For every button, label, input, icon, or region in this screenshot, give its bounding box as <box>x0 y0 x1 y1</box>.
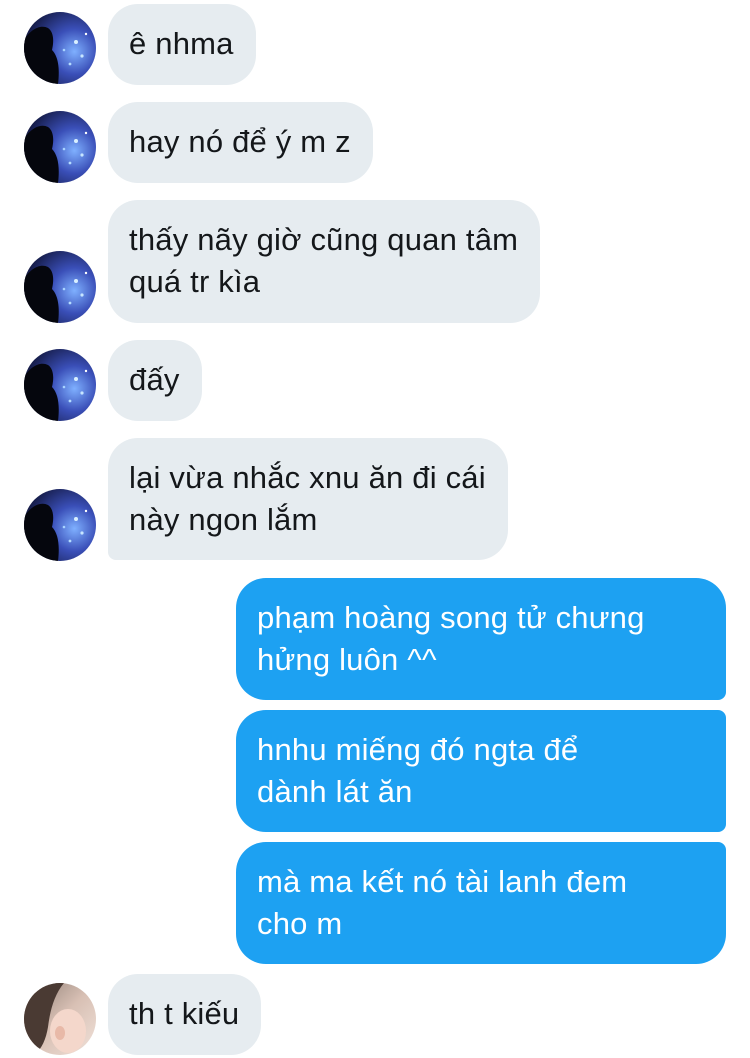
avatar-photo-icon <box>24 12 96 84</box>
message-bubble-outgoing: phạm hoàng song tử chưng hửng luôn ^^ <box>236 578 726 700</box>
avatar-photo-icon <box>24 251 96 323</box>
message-bubble-incoming: hay nó để ý m z <box>108 102 373 183</box>
message-bubble-incoming: lại vừa nhắc xnu ăn đi cái này ngon lắm <box>108 438 508 560</box>
message-bubble-outgoing: mà ma kết nó tài lanh đem cho m <box>236 842 726 964</box>
message-bubble-incoming: thấy nãy giờ cũng quan tâm quá tr kìa <box>108 200 541 323</box>
sender-avatar[interactable] <box>24 489 96 561</box>
sender-avatar[interactable] <box>24 983 96 1055</box>
avatar-photo-icon <box>24 489 96 561</box>
avatar-photo-icon <box>24 983 96 1055</box>
avatar-photo-icon <box>24 349 96 421</box>
sender-avatar[interactable] <box>24 349 96 421</box>
message-bubble-incoming: th t kiếu <box>108 974 262 1055</box>
sender-avatar[interactable] <box>24 251 96 323</box>
avatar-photo-icon <box>24 111 96 183</box>
sender-avatar[interactable] <box>24 111 96 183</box>
message-bubble-incoming: ê nhma <box>108 4 256 85</box>
message-bubble-outgoing: hnhu miếng đó ngta để dành lát ăn <box>236 710 726 832</box>
sender-avatar[interactable] <box>24 12 96 84</box>
message-bubble-incoming: đấy <box>108 340 202 421</box>
